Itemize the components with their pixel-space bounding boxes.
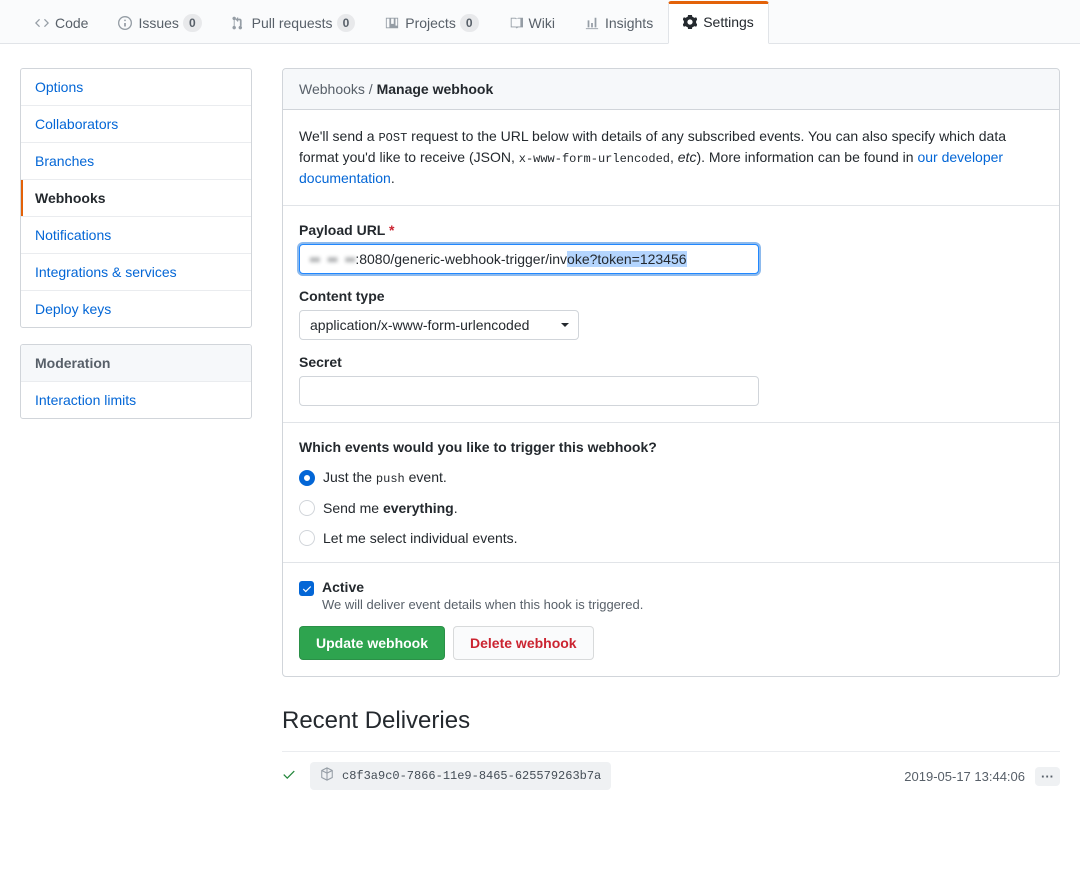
- active-desc: We will deliver event details when this …: [322, 597, 643, 612]
- content-type-select[interactable]: application/x-www-form-urlencoded: [299, 310, 579, 340]
- delivery-guid[interactable]: c8f3a9c0-7866-11e9-8465-625579263b7a: [310, 762, 611, 790]
- sidebar-item-branches[interactable]: Branches: [21, 143, 251, 180]
- description-section: We'll send a POST request to the URL bel…: [283, 110, 1059, 206]
- graph-icon: [585, 16, 599, 30]
- sidebar-item-notifications[interactable]: Notifications: [21, 217, 251, 254]
- repo-nav: Code Issues 0 Pull requests 0 Projects 0: [0, 0, 1080, 44]
- nav-tab-wiki[interactable]: Wiki: [494, 1, 570, 44]
- issues-count: 0: [183, 14, 202, 32]
- check-icon: [282, 768, 296, 785]
- breadcrumb-current: Manage webhook: [377, 81, 494, 97]
- radio-icon: [299, 500, 315, 516]
- sidebar-menu: Options Collaborators Branches Webhooks …: [20, 68, 252, 328]
- nav-label: Projects: [405, 15, 456, 31]
- project-icon: [385, 16, 399, 30]
- nav-label: Insights: [605, 15, 653, 31]
- events-title: Which events would you like to trigger t…: [299, 439, 1043, 455]
- event-option-individual[interactable]: Let me select individual events.: [299, 530, 1043, 546]
- settings-sidebar: Options Collaborators Branches Webhooks …: [20, 68, 252, 800]
- projects-count: 0: [460, 14, 479, 32]
- nav-label: Pull requests: [252, 15, 333, 31]
- package-icon: [320, 767, 334, 785]
- nav-tab-pulls[interactable]: Pull requests 0: [217, 1, 371, 44]
- secret-label: Secret: [299, 354, 1043, 370]
- sidebar-heading-moderation: Moderation: [21, 345, 251, 382]
- events-section: Which events would you like to trigger t…: [283, 423, 1059, 563]
- event-option-push[interactable]: Just the push event.: [299, 469, 1043, 486]
- nav-tab-projects[interactable]: Projects 0: [370, 1, 493, 44]
- nav-tab-insights[interactable]: Insights: [570, 1, 668, 44]
- sidebar-item-collaborators[interactable]: Collaborators: [21, 106, 251, 143]
- nav-label: Code: [55, 15, 88, 31]
- payload-url-label: Payload URL *: [299, 222, 1043, 238]
- sidebar-item-integrations[interactable]: Integrations & services: [21, 254, 251, 291]
- nav-tab-code[interactable]: Code: [20, 1, 103, 44]
- radio-icon: [299, 530, 315, 546]
- active-checkbox[interactable]: [299, 581, 314, 596]
- update-webhook-button[interactable]: Update webhook: [299, 626, 445, 660]
- breadcrumb-sep: /: [365, 81, 377, 97]
- sidebar-menu-moderation: Moderation Interaction limits: [20, 344, 252, 419]
- nav-label: Wiki: [529, 15, 555, 31]
- code-icon: [35, 16, 49, 30]
- gear-icon: [683, 15, 697, 29]
- nav-tab-issues[interactable]: Issues 0: [103, 1, 216, 44]
- nav-label: Settings: [703, 14, 754, 30]
- recent-deliveries-title: Recent Deliveries: [282, 707, 1060, 735]
- delivery-row[interactable]: c8f3a9c0-7866-11e9-8465-625579263b7a 201…: [282, 751, 1060, 800]
- box-header: Webhooks / Manage webhook: [283, 69, 1059, 110]
- delivery-time: 2019-05-17 13:44:06: [904, 769, 1025, 784]
- event-option-everything[interactable]: Send me everything.: [299, 500, 1043, 516]
- sidebar-item-webhooks[interactable]: Webhooks: [21, 180, 251, 217]
- payload-url-input[interactable]: ▪▪ ▪▪ ▪▪:8080/generic-webhook-trigger/in…: [299, 244, 759, 274]
- issue-icon: [118, 16, 132, 30]
- delete-webhook-button[interactable]: Delete webhook: [453, 626, 594, 660]
- form-section: Payload URL * ▪▪ ▪▪ ▪▪:8080/generic-webh…: [283, 206, 1059, 423]
- radio-icon: [299, 470, 315, 486]
- ellipsis-button[interactable]: ···: [1035, 767, 1060, 786]
- webhook-box: Webhooks / Manage webhook We'll send a P…: [282, 68, 1060, 677]
- sidebar-item-interaction-limits[interactable]: Interaction limits: [21, 382, 251, 418]
- sidebar-item-options[interactable]: Options: [21, 69, 251, 106]
- secret-input[interactable]: [299, 376, 759, 406]
- pulls-count: 0: [337, 14, 356, 32]
- book-icon: [509, 16, 523, 30]
- active-section: Active We will deliver event details whe…: [283, 563, 1059, 676]
- sidebar-item-deploy-keys[interactable]: Deploy keys: [21, 291, 251, 327]
- nav-tab-settings[interactable]: Settings: [668, 1, 769, 44]
- pull-request-icon: [232, 16, 246, 30]
- nav-label: Issues: [138, 15, 178, 31]
- main-content: Webhooks / Manage webhook We'll send a P…: [282, 68, 1060, 800]
- content-type-label: Content type: [299, 288, 1043, 304]
- breadcrumb-root[interactable]: Webhooks: [299, 81, 365, 97]
